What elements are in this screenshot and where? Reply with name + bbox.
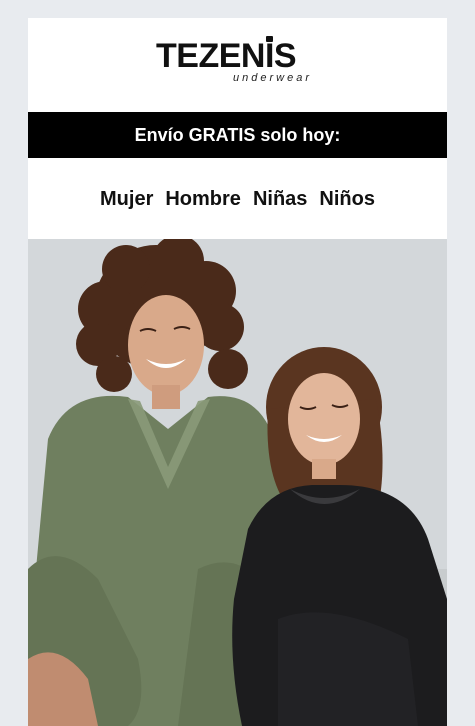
- hero-image[interactable]: [28, 239, 447, 726]
- nav-item-hombre[interactable]: Hombre: [165, 188, 241, 220]
- logo-accent-mark: [266, 36, 273, 42]
- email-container: TEZENIS underwear Envío GRATIS solo hoy:…: [28, 18, 447, 726]
- brand-name: TEZENIS: [156, 37, 297, 75]
- nav-item-ninos[interactable]: Niños: [319, 188, 375, 220]
- brand-tagline: underwear: [233, 72, 312, 84]
- nav-item-ninas[interactable]: Niñas: [253, 188, 307, 220]
- category-nav: Mujer Hombre Niñas Niños: [28, 188, 447, 220]
- brand-logo[interactable]: TEZENIS underwear: [28, 36, 447, 100]
- promo-banner[interactable]: Envío GRATIS solo hoy:: [28, 112, 447, 158]
- hero-illustration: [28, 239, 447, 726]
- nav-item-mujer[interactable]: Mujer: [100, 188, 153, 220]
